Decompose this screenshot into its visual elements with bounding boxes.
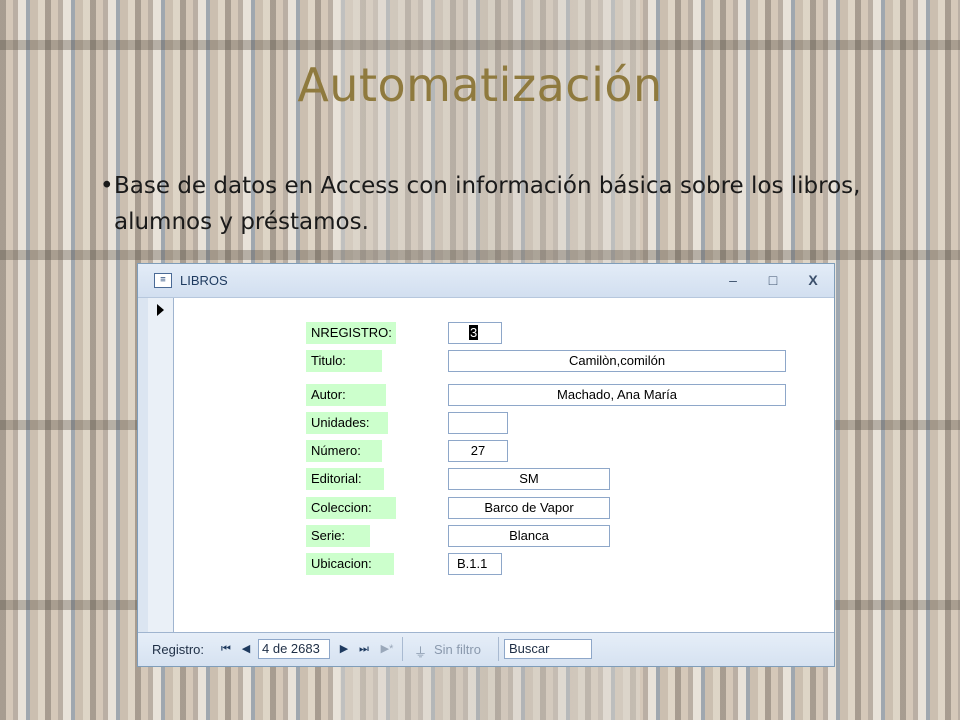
bullet-text: Base de datos en Access con información … xyxy=(114,173,861,235)
nav-separator xyxy=(402,637,403,661)
slide-title: Automatización xyxy=(297,58,663,112)
field-numero[interactable]: 27 xyxy=(448,440,508,462)
bullet-dot-icon: • xyxy=(100,173,114,199)
record-navigation-bar: Registro: ⏮ ◀ 4 de 2683 ▶ ⏭ ▶* ⏚ Sin fil… xyxy=(138,632,834,666)
record-label: Registro: xyxy=(152,642,205,657)
record-selector[interactable] xyxy=(148,298,174,632)
first-record-icon[interactable]: ⏮ xyxy=(218,639,234,659)
window-border xyxy=(138,298,148,632)
label-coleccion: Coleccion: xyxy=(306,497,396,519)
close-button[interactable]: X xyxy=(802,271,824,289)
field-editorial[interactable]: SM xyxy=(448,468,610,490)
field-unidades[interactable] xyxy=(448,412,508,434)
label-ubicacion: Ubicacion: xyxy=(306,553,394,575)
nav-separator xyxy=(498,637,499,661)
form-icon: ≡ xyxy=(154,273,172,288)
filter-funnel-icon[interactable]: ⏚ xyxy=(414,642,427,661)
label-unidades: Unidades: xyxy=(306,412,388,434)
shelf-divider xyxy=(0,250,960,260)
shelf-divider xyxy=(0,40,960,50)
field-serie[interactable]: Blanca xyxy=(448,525,610,547)
window-title: LIBROS xyxy=(180,273,228,288)
next-record-icon[interactable]: ▶ xyxy=(336,639,352,659)
field-autor[interactable]: Machado, Ana María xyxy=(448,384,786,406)
maximize-button[interactable]: □ xyxy=(762,271,784,289)
last-record-icon[interactable]: ⏭ xyxy=(356,639,372,659)
minimize-button[interactable]: – xyxy=(722,271,744,289)
current-record-input[interactable]: 4 de 2683 xyxy=(258,639,330,659)
field-nregistro[interactable]: 3 xyxy=(448,322,502,344)
label-nregistro: NREGISTRO: xyxy=(306,322,396,344)
label-serie: Serie: xyxy=(306,525,370,547)
search-input[interactable]: Buscar xyxy=(504,639,592,659)
label-editorial: Editorial: xyxy=(306,468,384,490)
label-titulo: Titulo: xyxy=(306,350,382,372)
previous-record-icon[interactable]: ◀ xyxy=(238,639,254,659)
field-coleccion[interactable]: Barco de Vapor xyxy=(448,497,610,519)
field-ubicacion[interactable]: B.1.1 xyxy=(448,553,502,575)
no-filter-button[interactable]: Sin filtro xyxy=(434,642,481,657)
current-record-arrow-icon xyxy=(157,304,164,316)
form-detail: NREGISTRO: 3 Titulo: Camilòn,comilón Aut… xyxy=(174,298,834,632)
access-form-window: ≡ LIBROS – □ X NREGISTRO: 3 Titulo: Cami… xyxy=(137,263,835,667)
window-titlebar: ≡ LIBROS – □ X xyxy=(138,264,834,298)
new-record-icon[interactable]: ▶* xyxy=(376,639,398,659)
label-numero: Número: xyxy=(306,440,382,462)
bullet-point: • Base de datos en Access con informació… xyxy=(100,168,870,240)
field-titulo[interactable]: Camilòn,comilón xyxy=(448,350,786,372)
field-nregistro-value: 3 xyxy=(469,325,479,340)
label-autor: Autor: xyxy=(306,384,386,406)
